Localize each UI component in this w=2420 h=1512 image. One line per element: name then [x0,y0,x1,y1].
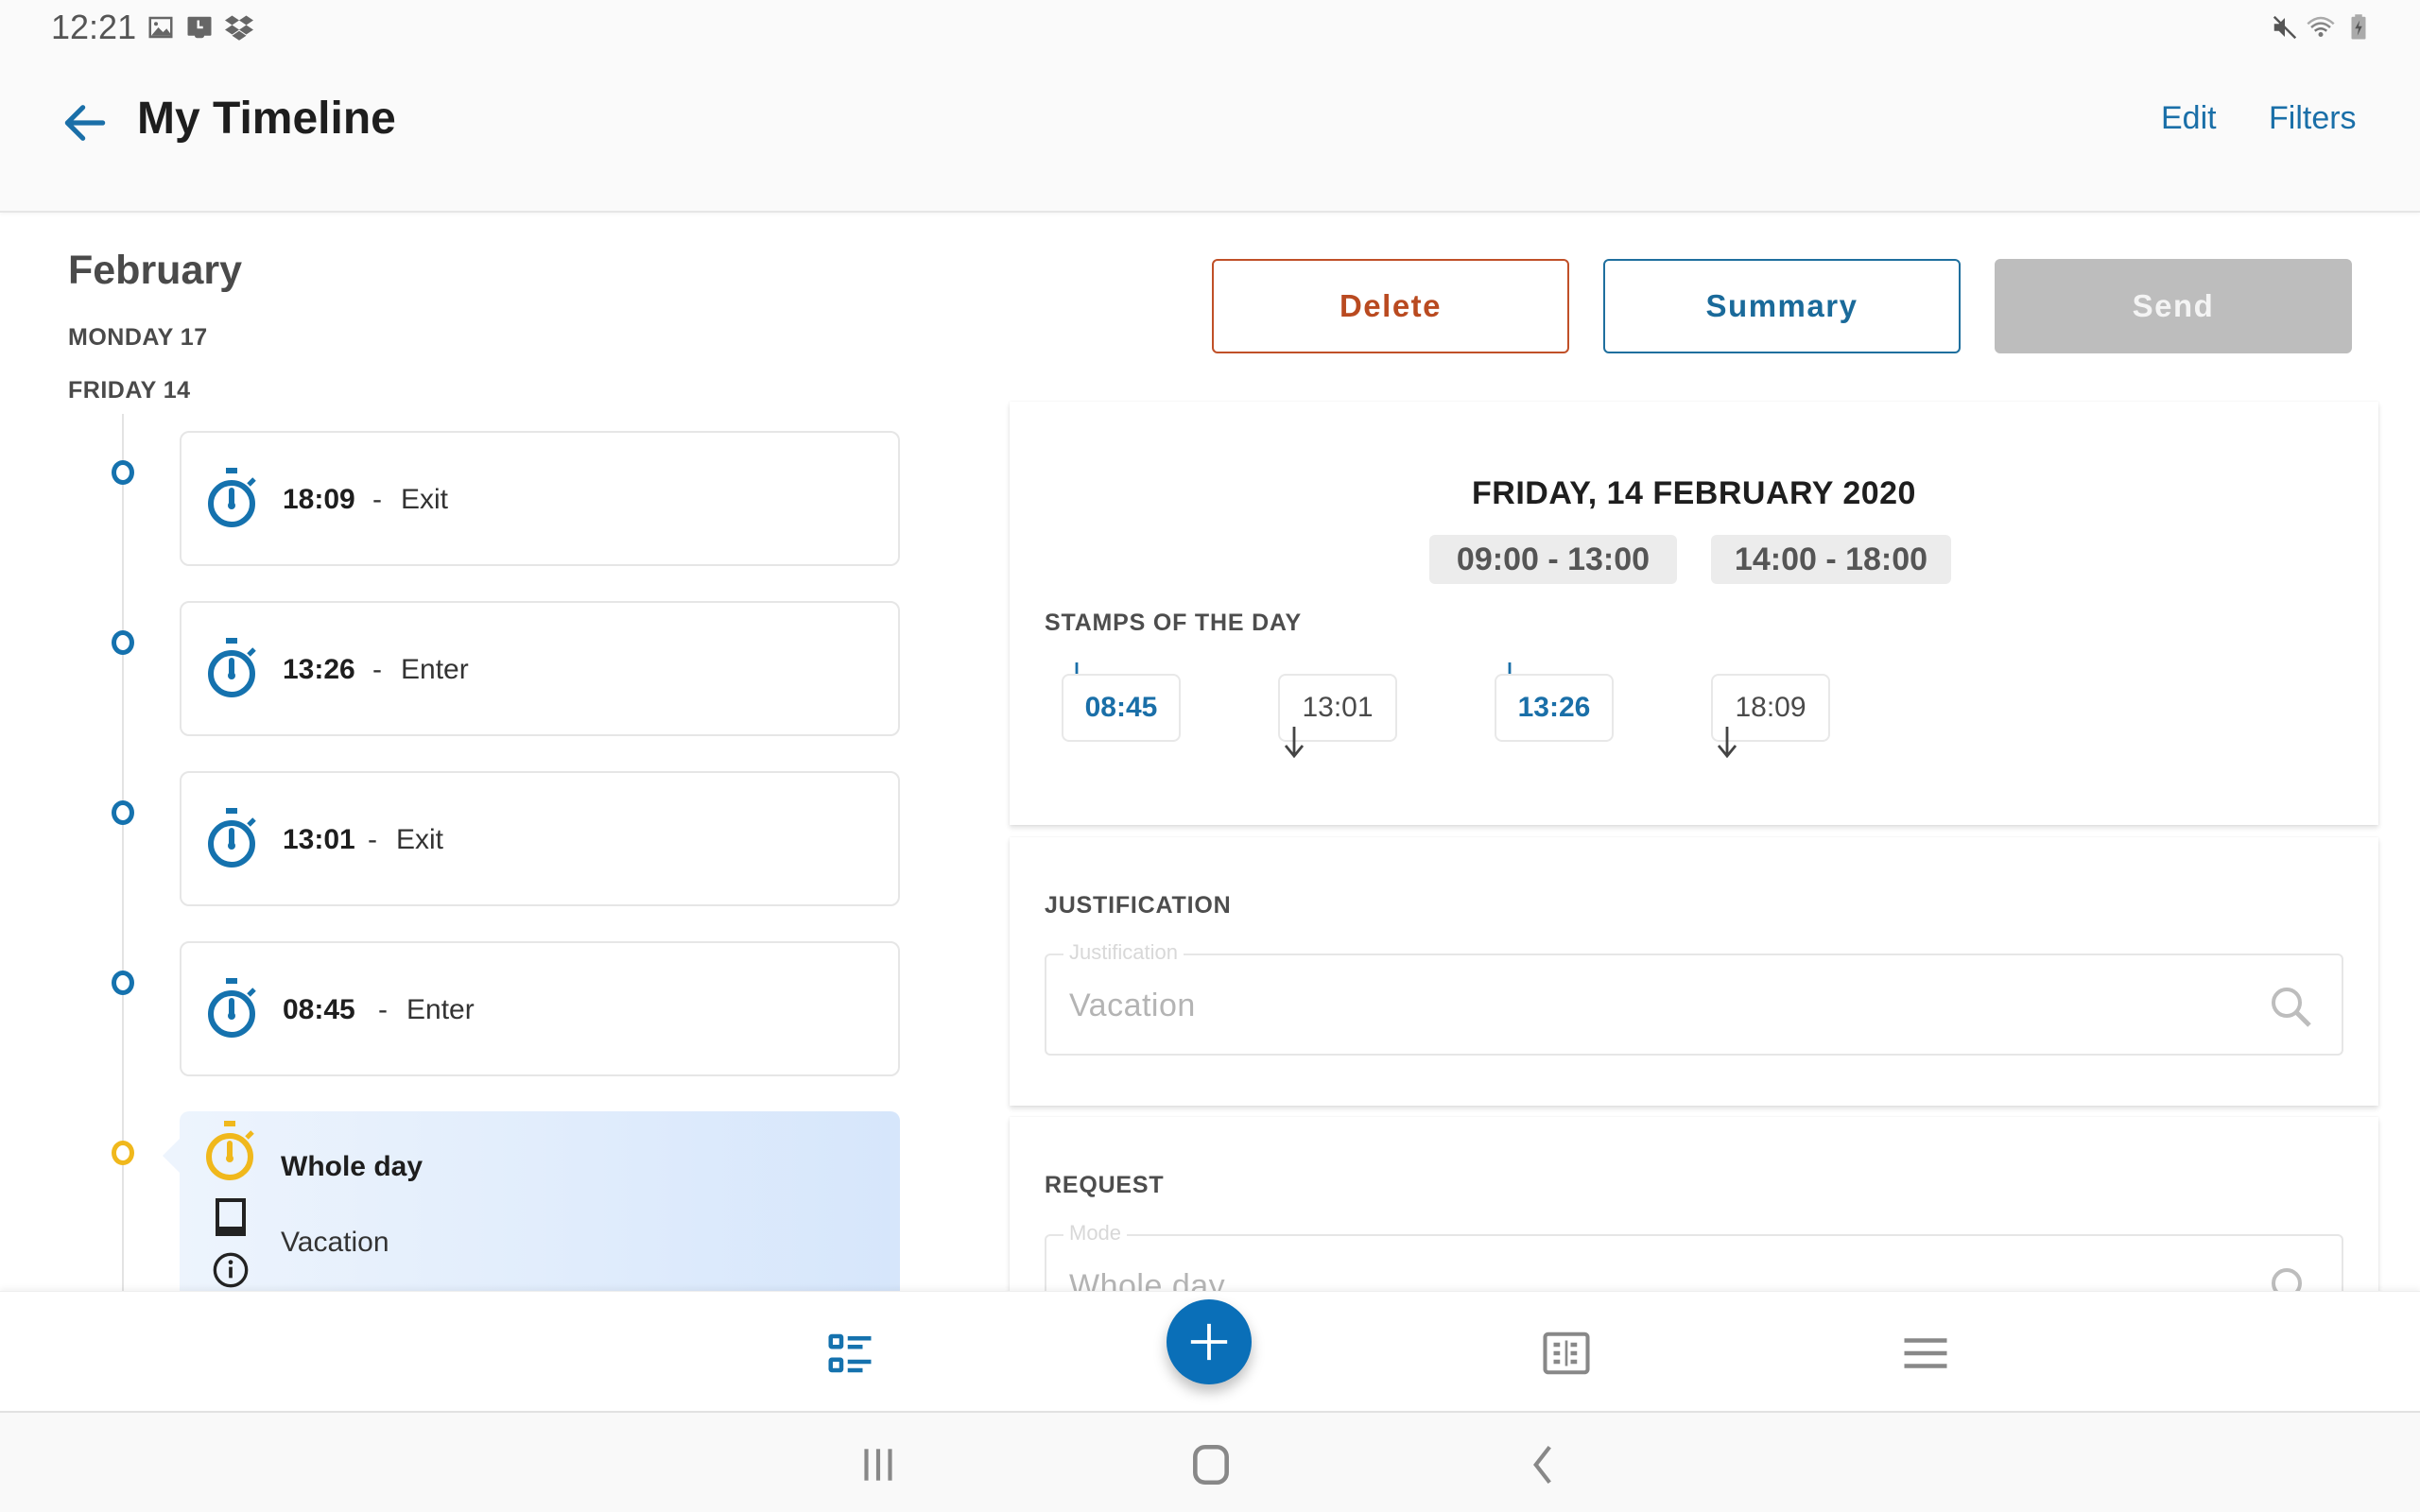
info-icon[interactable] [212,1251,250,1289]
month-heading: February [68,248,243,293]
entry-title: Whole day [281,1151,424,1182]
recent-apps-icon[interactable] [855,1441,902,1488]
status-bar: 12:21 [0,0,2420,57]
day-detail-panel: FRIDAY, 14 FEBRUARY 2020 09:00 - 13:00 1… [1010,402,2378,825]
stamp-chip[interactable]: 08:45 [1062,674,1181,742]
mute-icon [2273,15,2297,40]
request-panel: REQUEST Mode Whole day [1010,1117,2378,1336]
document-icon [216,1198,246,1236]
timeline-dot [112,800,134,825]
delete-button[interactable]: Delete [1212,259,1569,353]
add-icon [1190,1323,1228,1361]
justification-panel: JUSTIFICATION Justification Vacation [1010,837,2378,1106]
arrow-down-icon [1717,727,1737,759]
search-icon[interactable] [2268,984,2313,1029]
justification-field-label: Justification [1063,940,1184,965]
dropbox-icon [225,15,253,41]
timeline-entry[interactable]: 08:45 - Enter [180,941,900,1076]
entry-kind: Exit [401,484,449,515]
shift-chip: 14:00 - 18:00 [1711,535,1951,584]
entry-separator: - [378,994,388,1025]
entry-kind: Enter [406,994,475,1025]
mode-field-label: Mode [1063,1221,1128,1246]
entry-time: 18:09 [283,484,355,515]
request-label: REQUEST [1045,1172,1165,1198]
justification-label: JUSTIFICATION [1045,892,1232,919]
timeline-entry[interactable]: 13:26 - Enter [180,601,900,736]
entry-separator: - [372,654,382,685]
day-label[interactable]: FRIDAY 14 [68,377,191,404]
timeline-dot-selected [112,1141,134,1165]
home-icon[interactable] [1187,1441,1235,1488]
entry-time: 13:26 [283,654,355,685]
timeline-list-icon[interactable] [824,1328,875,1379]
send-button[interactable]: Send [1995,259,2352,353]
timeline-dot [112,460,134,485]
entry-subtitle: Vacation [281,1227,389,1258]
screenshot-icon [187,16,212,39]
day-detail-title: FRIDAY, 14 FEBRUARY 2020 [1472,475,1916,511]
timeline-dot [112,971,134,995]
entry-separator: - [372,484,382,515]
justification-value: Vacation [1069,988,1196,1023]
stamps-label: STAMPS OF THE DAY [1045,610,1302,636]
timeline-dot [112,630,134,655]
shift-chip: 09:00 - 13:00 [1429,535,1677,584]
stopwatch-icon [208,808,256,868]
image-icon [148,16,173,39]
system-navigation-bar [0,1411,2420,1512]
timeline-entry-selected[interactable]: Whole day Vacation [180,1111,900,1291]
entry-time: 08:45 [283,994,355,1025]
wifi-icon [2307,16,2335,37]
summary-button[interactable]: Summary [1603,259,1961,353]
battery-charging-icon [2351,14,2366,40]
stopwatch-icon [208,468,256,527]
page-title: My Timeline [137,94,396,144]
menu-icon[interactable] [1900,1328,1951,1379]
timeline-entry[interactable]: 13:01 - Exit [180,771,900,906]
status-time: 12:21 [51,8,137,46]
entry-kind: Enter [401,654,469,685]
back-nav-icon[interactable] [1520,1441,1567,1488]
calendar-grid-icon[interactable] [1541,1328,1592,1379]
stopwatch-icon [208,978,256,1038]
edit-button[interactable]: Edit [2161,100,2217,137]
stopwatch-icon [206,1121,254,1180]
entry-time: 13:01 [283,824,355,855]
justification-field[interactable]: Justification Vacation [1045,940,2343,1056]
day-label[interactable]: MONDAY 17 [68,324,208,352]
app-bar: My Timeline Edit Filters [0,57,2420,213]
arrow-down-icon [1284,727,1305,759]
selection-pointer [163,1139,180,1173]
stamp-chip[interactable]: 13:26 [1495,674,1614,742]
filters-button[interactable]: Filters [2269,100,2357,137]
stopwatch-icon [208,638,256,697]
entry-separator: - [368,824,377,855]
arrow-left-icon[interactable] [59,96,112,149]
entry-kind: Exit [396,824,444,855]
timeline-entry[interactable]: 18:09 - Exit [180,431,900,566]
add-button[interactable] [1167,1299,1252,1384]
